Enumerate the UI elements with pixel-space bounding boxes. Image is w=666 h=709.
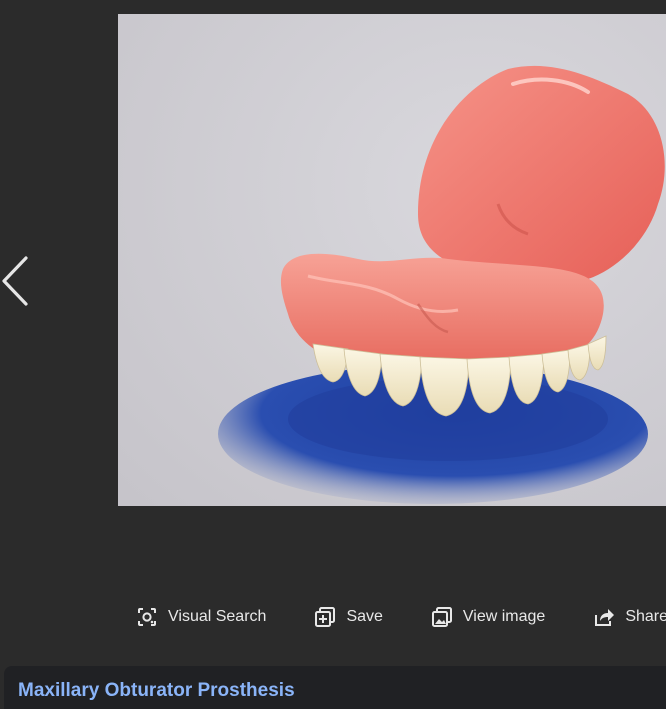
chevron-left-icon xyxy=(2,256,28,306)
share-icon xyxy=(593,606,615,628)
action-bar: Visual Search Save View image Share xyxy=(136,602,666,632)
view-image-button[interactable]: View image xyxy=(431,602,545,632)
save-button[interactable]: Save xyxy=(314,602,383,632)
visual-search-label: Visual Search xyxy=(168,608,267,625)
share-button[interactable]: Share xyxy=(593,602,666,632)
save-label: Save xyxy=(346,608,383,625)
add-to-collection-icon xyxy=(314,606,336,628)
view-image-label: View image xyxy=(462,608,546,625)
denture-photo xyxy=(118,14,666,506)
visual-search-button[interactable]: Visual Search xyxy=(136,602,266,632)
lens-icon xyxy=(136,606,158,628)
open-image-icon xyxy=(431,606,453,628)
result-card: Maxillary Obturator Prosthesis xyxy=(4,666,666,709)
preview-image[interactable] xyxy=(118,14,666,506)
image-viewer: Visual Search Save View image Share Maxi… xyxy=(0,0,666,709)
result-title-link[interactable]: Maxillary Obturator Prosthesis xyxy=(18,680,295,702)
share-label: Share xyxy=(625,608,666,625)
previous-image-button[interactable] xyxy=(0,250,34,312)
